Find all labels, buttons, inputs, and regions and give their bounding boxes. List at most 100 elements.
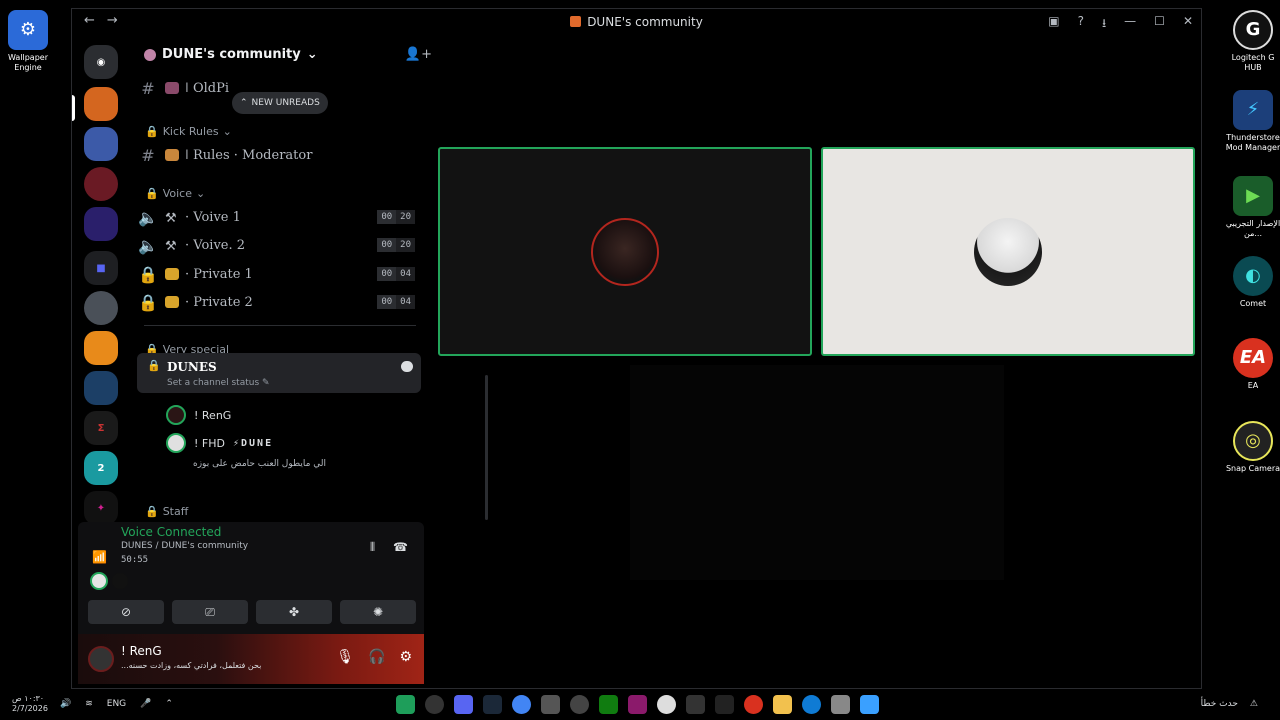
server-icon[interactable]	[84, 371, 118, 405]
warning-icon[interactable]: ⚠	[1250, 699, 1258, 709]
edge-icon[interactable]	[802, 695, 821, 714]
shortcut-label: الإصدار التجريبي من...	[1225, 219, 1280, 238]
file-explorer-icon[interactable]	[773, 695, 792, 714]
participant-tile[interactable]	[821, 147, 1195, 356]
activities-button[interactable]: ✤	[256, 600, 332, 624]
microphone-icon[interactable]: 🎙	[336, 649, 354, 665]
avatar	[591, 217, 659, 286]
voice-user[interactable]: ! FHD ⚡DUNE	[166, 433, 273, 453]
server-icon[interactable]	[84, 291, 118, 325]
wallpaper-engine-shortcut[interactable]: ⚙ Wallpaper Engine	[0, 10, 56, 73]
logitech-shortcut[interactable]: G Logitech G HUB	[1225, 10, 1280, 73]
inbox-icon[interactable]: ▣	[1048, 14, 1059, 35]
start-icon[interactable]	[860, 695, 879, 714]
wifi-icon[interactable]: ≋	[85, 699, 93, 709]
camera-off-button[interactable]: ⊘	[88, 600, 164, 624]
close-button[interactable]: ✕	[1183, 14, 1193, 35]
snap-camera-shortcut[interactable]: ◎ Snap Camera	[1225, 421, 1280, 474]
user-count-badge: 00 04	[377, 267, 415, 281]
headphones-icon[interactable]: 🎧	[368, 649, 385, 665]
server-icon[interactable]	[84, 87, 118, 121]
speaker-icon: 🔈	[138, 207, 158, 227]
voice-status[interactable]: Voice Connected	[121, 525, 221, 539]
channel-emoji-icon	[165, 149, 179, 161]
channel-sidebar: DUNE's community ⌄ 👤+ # ǀ OldPi ⌃ NEW UN…	[130, 35, 488, 520]
server-icon[interactable]: Σ	[84, 411, 118, 445]
mic-icon[interactable]: 🎤	[140, 699, 151, 709]
server-icon[interactable]	[84, 331, 118, 365]
xbox-icon[interactable]	[599, 695, 618, 714]
chevron-down-icon: ⌄	[195, 187, 206, 200]
clock[interactable]: ١٠:٣٠ ص 2/7/2026	[12, 694, 48, 714]
category-voice[interactable]: 🔒 Voice ⌄	[145, 187, 205, 200]
comet-shortcut[interactable]: ◐ Comet	[1225, 256, 1280, 309]
category-kick-rules[interactable]: 🔒 Kick Rules ⌄	[145, 125, 232, 138]
voice-controls: ⫴ ☎	[370, 540, 408, 555]
ea-shortcut[interactable]: EA EA	[1225, 338, 1280, 391]
minimize-button[interactable]: —	[1124, 14, 1136, 35]
category-staff[interactable]: 🔒 Staff	[145, 505, 188, 518]
chevron-up-icon[interactable]: ⌃	[165, 699, 173, 709]
channel-status[interactable]: Set a channel status ✎	[167, 378, 270, 388]
chat-bubble-icon[interactable]	[401, 361, 413, 372]
username[interactable]: ! RenG	[121, 644, 162, 658]
next-icon[interactable]	[628, 695, 647, 714]
app-icon[interactable]	[657, 695, 676, 714]
voice-connected-panel: 📶 Voice Connected DUNES / DUNE's communi…	[78, 522, 424, 634]
app-icon[interactable]	[396, 695, 415, 714]
server-icon[interactable]	[84, 207, 118, 241]
avatar[interactable]	[88, 646, 114, 672]
channel-rules[interactable]: # ǀ Rules · Moderator	[137, 142, 419, 168]
signal-icon[interactable]: 📶	[92, 550, 107, 564]
new-unreads-button[interactable]: ⌃ NEW UNREADS	[232, 92, 328, 114]
media-player-icon[interactable]	[425, 695, 444, 714]
lock-icon: 🔒	[145, 187, 159, 200]
steam-icon[interactable]	[483, 695, 502, 714]
voice-channel[interactable]: 🔈 ⚒ · Voive. 2 00 20	[137, 232, 419, 258]
speaker-icon: 🔈	[138, 235, 158, 255]
voice-location[interactable]: DUNES / DUNE's community	[121, 541, 248, 551]
app-icon[interactable]	[686, 695, 705, 714]
beta-shortcut[interactable]: ▶ الإصدار التجريبي من...	[1225, 176, 1280, 239]
lock-icon: 🔒	[147, 359, 161, 372]
volume-icon[interactable]: 🔊	[60, 699, 71, 709]
server-header[interactable]: DUNE's community ⌄	[144, 47, 318, 62]
noise-suppression-icon[interactable]: ⫴	[370, 540, 375, 555]
help-icon[interactable]: ?	[1078, 14, 1084, 35]
voice-channel[interactable]: 🔒 · Private 2 00 04	[137, 289, 419, 315]
divider	[144, 325, 416, 326]
ea-icon[interactable]	[744, 695, 763, 714]
voice-channel[interactable]: 🔈 ⚒ · Voive 1 00 20	[137, 204, 419, 230]
user-count-badge: 00 20	[377, 210, 415, 224]
active-voice-channel[interactable]: 🔒 DUNES Set a channel status ✎	[137, 353, 421, 393]
app-icon[interactable]	[715, 695, 734, 714]
screen-share-button[interactable]: ⎚	[172, 600, 248, 624]
thunderstore-shortcut[interactable]: ⚡ Thunderstore Mod Manager	[1225, 90, 1280, 153]
server-icon[interactable]: ✦	[84, 491, 118, 525]
obs-icon[interactable]	[570, 695, 589, 714]
folder-icon[interactable]: ■	[84, 251, 118, 285]
download-icon[interactable]: ⭳	[1102, 14, 1106, 35]
settings-icon[interactable]	[541, 695, 560, 714]
invite-user-icon[interactable]: 👤+	[405, 47, 432, 62]
soundboard-button[interactable]: ✺	[340, 600, 416, 624]
chrome-icon[interactable]	[512, 695, 531, 714]
disconnect-icon[interactable]: ☎	[393, 540, 408, 555]
discord-home-icon[interactable]: ◉	[84, 45, 118, 79]
lock-emoji-icon	[165, 268, 179, 280]
wallpaper-engine-icon: ⚙	[8, 10, 48, 50]
error-notice[interactable]: حدث خطأ	[1201, 699, 1238, 709]
chevron-down-icon: ⌄	[306, 47, 318, 62]
server-icon[interactable]	[84, 127, 118, 161]
language-indicator[interactable]: ENG	[107, 699, 126, 709]
server-icon[interactable]	[84, 167, 118, 201]
participant-tile[interactable]	[438, 147, 812, 356]
server-icon[interactable]: 2	[84, 451, 118, 485]
voice-user[interactable]: ! RenG	[166, 405, 231, 425]
settings-gear-icon[interactable]: ⚙	[399, 649, 412, 665]
discord-icon[interactable]	[454, 695, 473, 714]
maximize-button[interactable]: ☐	[1154, 14, 1165, 35]
voice-channel[interactable]: 🔒 · Private 1 00 04	[137, 261, 419, 287]
server-logo-icon	[570, 16, 582, 27]
app-icon[interactable]	[831, 695, 850, 714]
